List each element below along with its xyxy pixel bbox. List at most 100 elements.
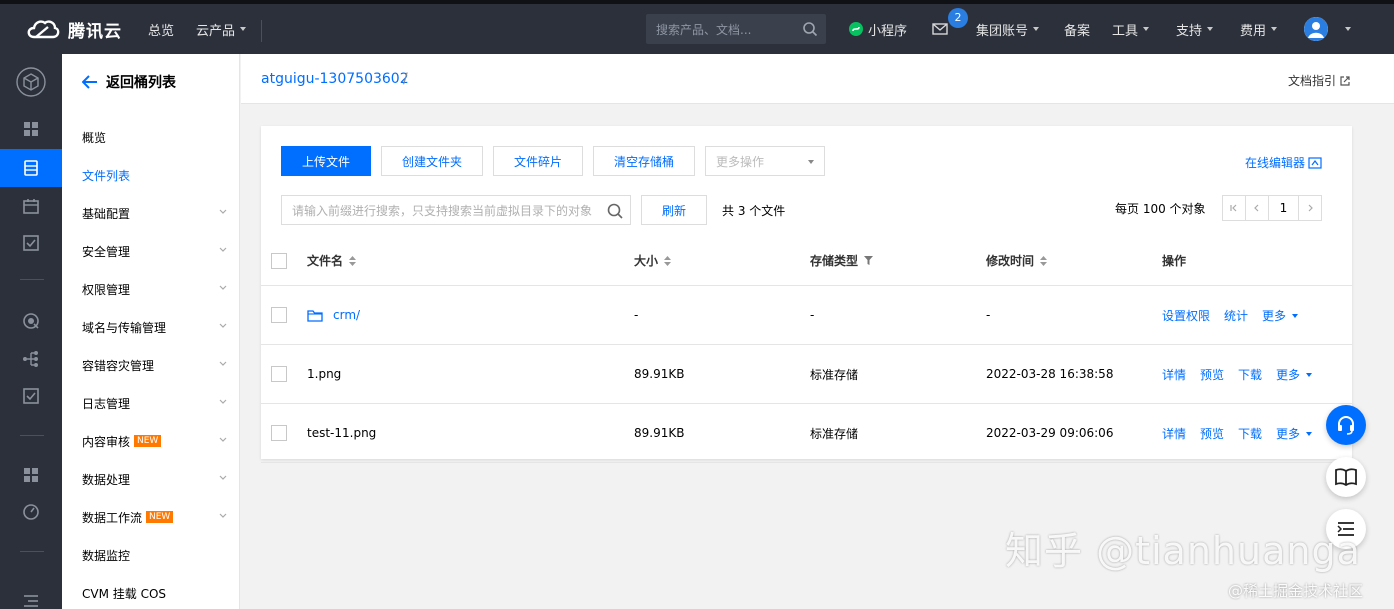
sidebar-item-3[interactable]: 安全管理 <box>82 241 227 261</box>
row-checkbox[interactable] <box>271 425 287 441</box>
row-action-3[interactable]: 更多 <box>1276 425 1313 442</box>
breadcrumb-bucket[interactable]: atguigu-1307503602 <box>261 71 409 87</box>
back-to-bucket-list[interactable]: 返回桶列表 <box>82 72 176 92</box>
rail-overview[interactable] <box>0 110 62 148</box>
brand-logo[interactable]: 腾讯云 <box>24 16 122 42</box>
sidebar-item-11[interactable]: 数据监控 <box>82 545 227 565</box>
sidebar-item-5[interactable]: 域名与传输管理 <box>82 317 227 337</box>
rail-menu[interactable] <box>0 582 62 609</box>
column-size[interactable]: 大小 <box>634 236 672 285</box>
column-modified[interactable]: 修改时间 <box>986 236 1048 285</box>
folder-name[interactable]: crm/ <box>333 308 360 322</box>
sidebar-item-label: 文件列表 <box>82 168 131 183</box>
filter-icon[interactable] <box>864 256 874 265</box>
row-action-0[interactable]: 设置权限 <box>1162 307 1210 324</box>
avatar[interactable] <box>1304 17 1328 41</box>
row-action-1[interactable]: 预览 <box>1200 425 1224 442</box>
first-page-button[interactable] <box>1223 196 1246 220</box>
upload-button[interactable]: 上传文件 <box>281 146 371 176</box>
rail-check-square[interactable] <box>0 377 62 415</box>
sort-icon[interactable] <box>1040 255 1048 266</box>
column-name[interactable]: 文件名 <box>307 236 357 285</box>
top-bar: 腾讯云 总览 云产品 搜索产品、文档... 小程序 2 集团账号 备案 工具 支… <box>0 0 1394 54</box>
rail-gauge[interactable] <box>0 493 62 531</box>
arrow-left-icon <box>82 75 97 89</box>
sidebar-item-6[interactable]: 容错容灾管理 <box>82 355 227 375</box>
rail-calendar[interactable] <box>0 187 62 225</box>
row-checkbox[interactable] <box>271 366 287 382</box>
file-name: 1.png <box>307 367 342 381</box>
breadcrumb: atguigu-1307503602 / 文档指引 <box>241 54 1394 104</box>
search-icon[interactable] <box>802 21 818 37</box>
sort-icon[interactable] <box>349 255 357 266</box>
rail-cube[interactable] <box>0 62 62 102</box>
checklist-icon <box>23 235 39 251</box>
nav-filing[interactable]: 备案 <box>1064 4 1090 54</box>
rail-dashboard[interactable] <box>0 456 62 494</box>
sidebar-item-9[interactable]: 数据处理 <box>82 469 227 489</box>
table-row[interactable]: test-11.png 89.91KB 标准存储 2022-03-29 09:06:0… <box>261 404 1352 463</box>
sidebar-item-12[interactable]: CVM 挂载 COS <box>82 583 227 603</box>
rail-divider <box>20 279 44 280</box>
sidebar-item-7[interactable]: 日志管理 <box>82 393 227 413</box>
prev-page-button[interactable] <box>1246 196 1269 220</box>
global-search-placeholder: 搜索产品、文档... <box>656 22 752 37</box>
rail-storage[interactable] <box>0 149 62 187</box>
table-row[interactable]: crm/ - - - 设置权限 统计 更多 <box>261 286 1352 345</box>
avatar-chevron-down-icon[interactable] <box>1345 27 1351 31</box>
table-row[interactable]: 1.png 89.91KB 标准存储 2022-03-28 16:38:58 详情 预览下… <box>261 345 1352 404</box>
prefix-search-input[interactable]: 请输入前缀进行搜索，只支持搜索当前虚拟目录下的对象 <box>281 195 631 225</box>
row-action-1[interactable]: 预览 <box>1200 366 1224 383</box>
row-action-2[interactable]: 下载 <box>1238 425 1262 442</box>
next-page-button[interactable] <box>1299 196 1321 220</box>
page-number-input[interactable]: 1 <box>1269 196 1299 220</box>
sidebar-item-0[interactable]: 概览 <box>82 127 227 147</box>
clear-bucket-button[interactable]: 清空存储桶 <box>593 146 695 176</box>
nav-support[interactable]: 支持 <box>1176 4 1214 54</box>
actions-cell: 详情 预览 下载 更多 <box>1162 404 1326 462</box>
row-action-0[interactable]: 详情 <box>1162 425 1186 442</box>
rail-security[interactable] <box>0 302 62 340</box>
nav-overview[interactable]: 总览 <box>148 4 174 54</box>
row-action-2[interactable]: 下载 <box>1238 366 1262 383</box>
create-folder-button[interactable]: 创建文件夹 <box>381 146 483 176</box>
row-action-1[interactable]: 统计 <box>1224 307 1248 324</box>
doc-guide-link[interactable]: 文档指引 <box>1288 72 1350 89</box>
nav-tools[interactable]: 工具 <box>1112 4 1150 54</box>
dashboard-icon <box>24 468 38 482</box>
online-editor-link[interactable]: 在线编辑器 <box>1245 154 1322 171</box>
global-search-input[interactable]: 搜索产品、文档... <box>646 14 826 44</box>
chevron-down-icon <box>219 399 227 404</box>
row-action-3[interactable]: 更多 <box>1276 366 1313 383</box>
nav-products[interactable]: 云产品 <box>196 4 247 54</box>
sidebar-item-8[interactable]: 内容审核 NEW <box>82 431 227 451</box>
sidebar-item-4[interactable]: 权限管理 <box>82 279 227 299</box>
fragments-button[interactable]: 文件碎片 <box>493 146 583 176</box>
sidebar-item-label: 权限管理 <box>82 282 131 297</box>
rail-tree[interactable] <box>0 340 62 378</box>
size-cell: 89.91KB <box>634 426 685 440</box>
mini-program-link[interactable]: 小程序 <box>848 4 907 54</box>
nav-billing[interactable]: 费用 <box>1240 4 1278 54</box>
sidebar-item-2[interactable]: 基础配置 <box>82 203 227 223</box>
row-action-0[interactable]: 详情 <box>1162 366 1186 383</box>
refresh-button[interactable]: 刷新 <box>641 195 707 225</box>
sidebar-item-1[interactable]: 文件列表 <box>82 165 227 185</box>
row-action-2[interactable]: 更多 <box>1262 307 1299 324</box>
customer-service-button[interactable] <box>1326 405 1366 445</box>
row-action-label: 下载 <box>1238 426 1263 441</box>
sidebar-item-10[interactable]: 数据工作流 NEW <box>82 507 227 527</box>
file-name-cell[interactable]: crm/ <box>307 286 360 344</box>
rail-checklist[interactable] <box>0 224 62 262</box>
nav-group-account[interactable]: 集团账号 <box>976 4 1040 54</box>
mail-button[interactable] <box>932 4 948 54</box>
row-checkbox[interactable] <box>271 307 287 323</box>
more-ops-select[interactable]: 更多操作 <box>705 146 825 176</box>
select-all-checkbox[interactable] <box>271 253 287 269</box>
search-icon[interactable] <box>606 202 624 220</box>
docs-button[interactable] <box>1326 457 1366 497</box>
per-page-select[interactable]: 每页 100 个对象 <box>1115 200 1206 217</box>
chevron-down-icon <box>219 285 227 290</box>
sort-icon[interactable] <box>664 255 672 266</box>
column-storage[interactable]: 存储类型 <box>810 236 874 285</box>
